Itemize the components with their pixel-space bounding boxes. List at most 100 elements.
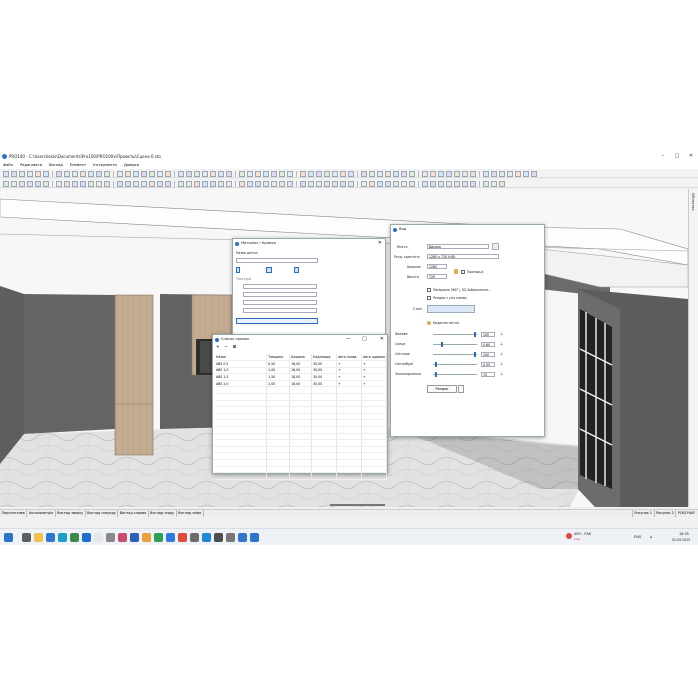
toolbar-button-icon[interactable] <box>186 180 192 187</box>
toolbar-button-icon[interactable] <box>430 170 436 177</box>
table-cell-auto-width[interactable]: + <box>361 380 387 388</box>
toolbar-button-icon[interactable] <box>279 170 285 177</box>
toolbar-button-icon[interactable] <box>19 180 25 187</box>
table-row[interactable]: ABS 2,0 2,00 18,00 30,00 + + <box>215 380 387 388</box>
table-cell-width[interactable]: 18,00 <box>289 380 313 388</box>
toolbar-button-icon[interactable] <box>393 180 399 187</box>
table-cell-excess[interactable]: 30,00 <box>311 367 337 375</box>
toolbar-button-icon[interactable] <box>133 170 139 177</box>
edge-right-icon[interactable] <box>294 267 299 273</box>
tall-cabinet[interactable] <box>114 294 154 456</box>
toolbar-button-icon[interactable] <box>271 180 277 187</box>
camera-checkbox[interactable] <box>427 296 431 300</box>
taskbar-app-icon[interactable] <box>190 533 199 542</box>
toolbar-button-icon[interactable] <box>178 180 184 187</box>
toolbar-button-icon[interactable] <box>11 180 17 187</box>
toolbar-button-icon[interactable] <box>483 170 489 177</box>
slider-track[interactable] <box>433 342 477 347</box>
language-indicator[interactable]: ENG <box>634 535 641 539</box>
toolbar-button-icon[interactable] <box>157 170 163 177</box>
toolbar-button-icon[interactable] <box>499 180 505 187</box>
toolbar-button-icon[interactable] <box>324 170 330 177</box>
toolbar-button-icon[interactable] <box>157 180 163 187</box>
toolbar-button-icon[interactable] <box>96 170 102 177</box>
toolbar-button-icon[interactable] <box>491 180 497 187</box>
toolbar-button-icon[interactable] <box>11 170 17 177</box>
slider-thumb[interactable] <box>441 342 444 347</box>
edge-select-1[interactable] <box>243 284 317 289</box>
toolbar-button-icon[interactable] <box>165 180 171 187</box>
gear-icon[interactable] <box>492 243 499 250</box>
col-width[interactable]: Ширина <box>289 354 313 362</box>
tab-axonometry[interactable]: Аксонометрія <box>27 510 56 517</box>
table-cell-auto-width[interactable]: + <box>361 373 387 381</box>
table-cell-width[interactable]: 18,00 <box>289 367 313 375</box>
edge-apply-button[interactable] <box>236 318 318 324</box>
toolbar-button-icon[interactable] <box>247 170 253 177</box>
maximize-button[interactable]: □ <box>362 335 367 344</box>
table-cell-thickness[interactable]: 2,00 <box>266 380 291 388</box>
toolbar-button-icon[interactable] <box>361 170 367 177</box>
table-cell-thickness[interactable]: 0,50 <box>266 360 291 368</box>
table-cell-auto-name[interactable]: + <box>336 380 362 388</box>
menu-element[interactable]: Елемент <box>67 161 89 169</box>
taskbar-app-icon[interactable] <box>118 533 127 542</box>
taskbar-app-icon[interactable] <box>166 533 175 542</box>
toolbar-button-icon[interactable] <box>210 180 216 187</box>
toolbar-button-icon[interactable] <box>316 170 322 177</box>
table-cell-excess[interactable]: 30,00 <box>311 360 337 368</box>
toolbar-button-icon[interactable] <box>210 170 216 177</box>
minimize-button[interactable]: — <box>346 335 351 344</box>
toolbar-button-icon[interactable] <box>80 170 86 177</box>
taskbar-app-icon[interactable] <box>34 533 43 542</box>
slider-track[interactable] <box>433 352 477 357</box>
close-icon[interactable]: ✕ <box>378 239 382 248</box>
toolbar-button-icon[interactable] <box>255 170 261 177</box>
toolbar-button-icon[interactable] <box>515 170 521 177</box>
tab-top-view[interactable]: Вигляд зверху <box>56 510 86 517</box>
page-tab-2[interactable]: Рисунок 2 <box>653 510 676 517</box>
toolbar-button-icon[interactable] <box>454 170 460 177</box>
toolbar-button-icon[interactable] <box>149 180 155 187</box>
toolbar-button-icon[interactable] <box>393 170 399 177</box>
taskbar-app-icon[interactable] <box>226 533 235 542</box>
toolbar-button-icon[interactable] <box>361 180 367 187</box>
toolbar-button-icon[interactable] <box>125 170 131 177</box>
taskbar-app-icon[interactable] <box>46 533 55 542</box>
toolbar-button-icon[interactable] <box>422 180 428 187</box>
start-icon[interactable] <box>4 533 13 542</box>
toolbar-button-icon[interactable] <box>316 180 322 187</box>
toolbar-button-icon[interactable] <box>438 180 444 187</box>
toolbar-button-icon[interactable] <box>72 180 78 187</box>
reset-icon[interactable]: ⊥ <box>500 361 503 366</box>
toolbar-button-icon[interactable] <box>72 170 78 177</box>
toolbar-button-icon[interactable] <box>332 170 338 177</box>
toolbar-button-icon[interactable] <box>446 180 452 187</box>
toolbar-button-icon[interactable] <box>218 180 224 187</box>
minimize-button[interactable]: – <box>656 152 670 161</box>
taskbar-app-icon[interactable] <box>58 533 67 542</box>
slider-value-input[interactable]: 15 <box>481 372 495 377</box>
slider-value-input[interactable]: 0,55 <box>481 362 495 367</box>
toolbar-button-icon[interactable] <box>104 170 110 177</box>
close-button[interactable]: ✕ <box>380 335 384 344</box>
slider-thumb[interactable] <box>435 372 438 377</box>
library-panel[interactable]: Бібліотека <box>688 189 698 507</box>
toolbar-button-icon[interactable] <box>401 180 407 187</box>
toolbar-button-icon[interactable] <box>324 180 330 187</box>
toolbar-button-icon[interactable] <box>340 170 346 177</box>
quality-select[interactable]: Висока <box>427 244 489 249</box>
edge-select-2[interactable] <box>243 292 317 297</box>
table-cell-thickness[interactable]: 1,00 <box>266 367 291 375</box>
toolbar-button-icon[interactable] <box>202 170 208 177</box>
tab-perspective[interactable]: Перспектива <box>0 510 28 517</box>
toolbar-button-icon[interactable] <box>43 180 49 187</box>
weather-icon[interactable] <box>566 533 572 539</box>
close-button[interactable]: ✕ <box>684 152 698 161</box>
col-auto-name[interactable]: Авто назва <box>336 354 362 362</box>
edge-left-icon[interactable] <box>236 267 240 273</box>
toolbar-button-icon[interactable] <box>385 170 391 177</box>
toolbar-button-icon[interactable] <box>483 180 489 187</box>
toolbar-button-icon[interactable] <box>430 180 436 187</box>
toolbar-button-icon[interactable] <box>348 180 354 187</box>
